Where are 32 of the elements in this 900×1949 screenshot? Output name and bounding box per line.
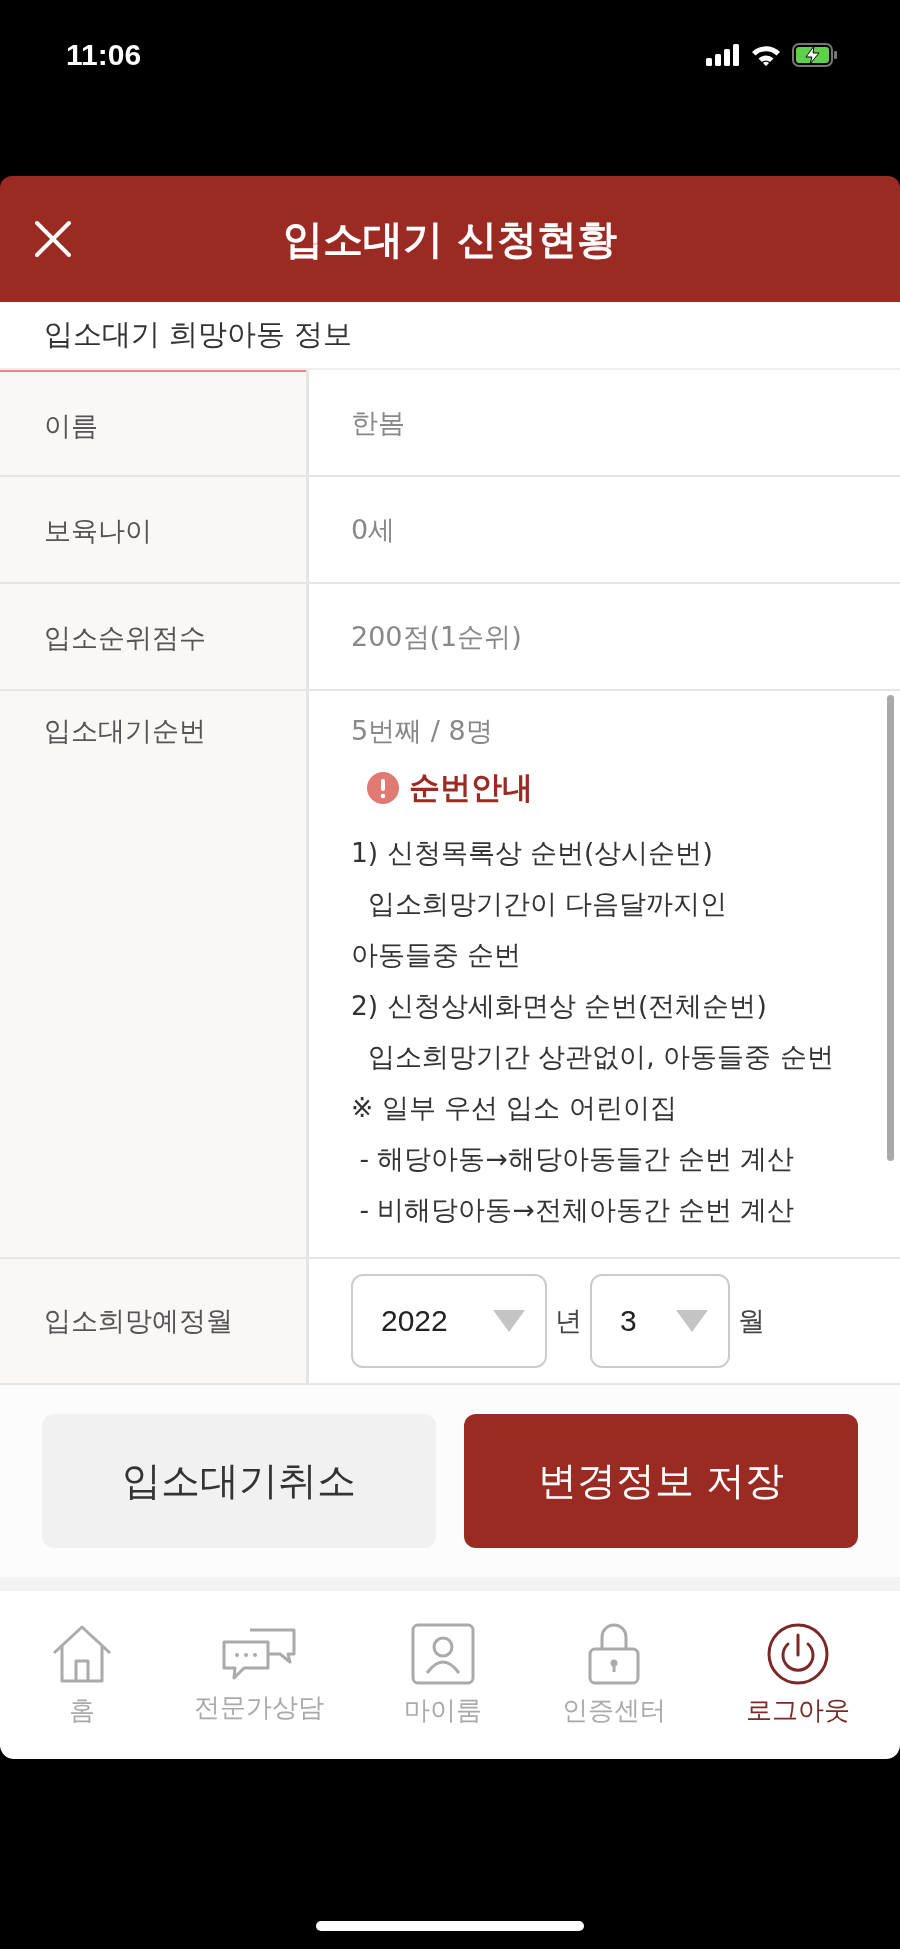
field-value: 한봄 [351,405,405,440]
cancel-button[interactable]: 입소대기취소 [42,1414,436,1548]
signal-icon [706,44,740,66]
close-icon [34,220,72,258]
month-unit: 월 [738,1304,765,1338]
notice-title: 순번안내 [409,768,533,807]
year-select[interactable]: 2022 [351,1274,547,1368]
save-button[interactable]: 변경정보 저장 [464,1414,858,1548]
field-label: 입소희망예정월 [0,1259,306,1383]
dropdown-triangle-icon [493,1310,525,1332]
field-label: 입소순위점수 [0,584,306,689]
field-value: 200점(1순위) [351,619,522,654]
wifi-icon [750,44,782,66]
field-label: 입소대기순번 [0,691,306,1257]
month-select[interactable]: 3 [590,1274,730,1368]
nav-tab[interactable]: 로그아웃 [746,1622,850,1728]
field-label: 보육나이 [0,477,306,582]
close-button[interactable] [34,220,72,258]
power-icon [767,1622,829,1685]
screen-title: 입소대기 신청현황 [283,214,617,264]
status-time: 11:06 [66,38,142,72]
notice-text: 1) 신청목록상 순번(상시순번) 입소희망기간이 다음달까지인 아동들중 순번 2) 신청상세화면상 순번(전체순번) 입소희망기간 상관없이, 아동들중 순번 ※ 일부 우선 입소 어린이집 - 해당아동→해당아동들간 순번 계산 - 비해당아동→전체아동간 순번 계산 [351,836,835,1227]
dropdown-triangle-icon [676,1310,708,1332]
section-title: 입소대기 희망아동 정보 [0,302,900,370]
field-label: 이름 [0,370,306,475]
field-value: 0세 [351,512,396,547]
lock-icon [588,1622,640,1685]
field-value: 5번째 / 8명 [351,715,493,746]
person-icon [411,1622,475,1685]
battery-charging-icon [792,43,838,67]
alert-icon [367,772,399,804]
year-unit: 년 [555,1304,582,1338]
